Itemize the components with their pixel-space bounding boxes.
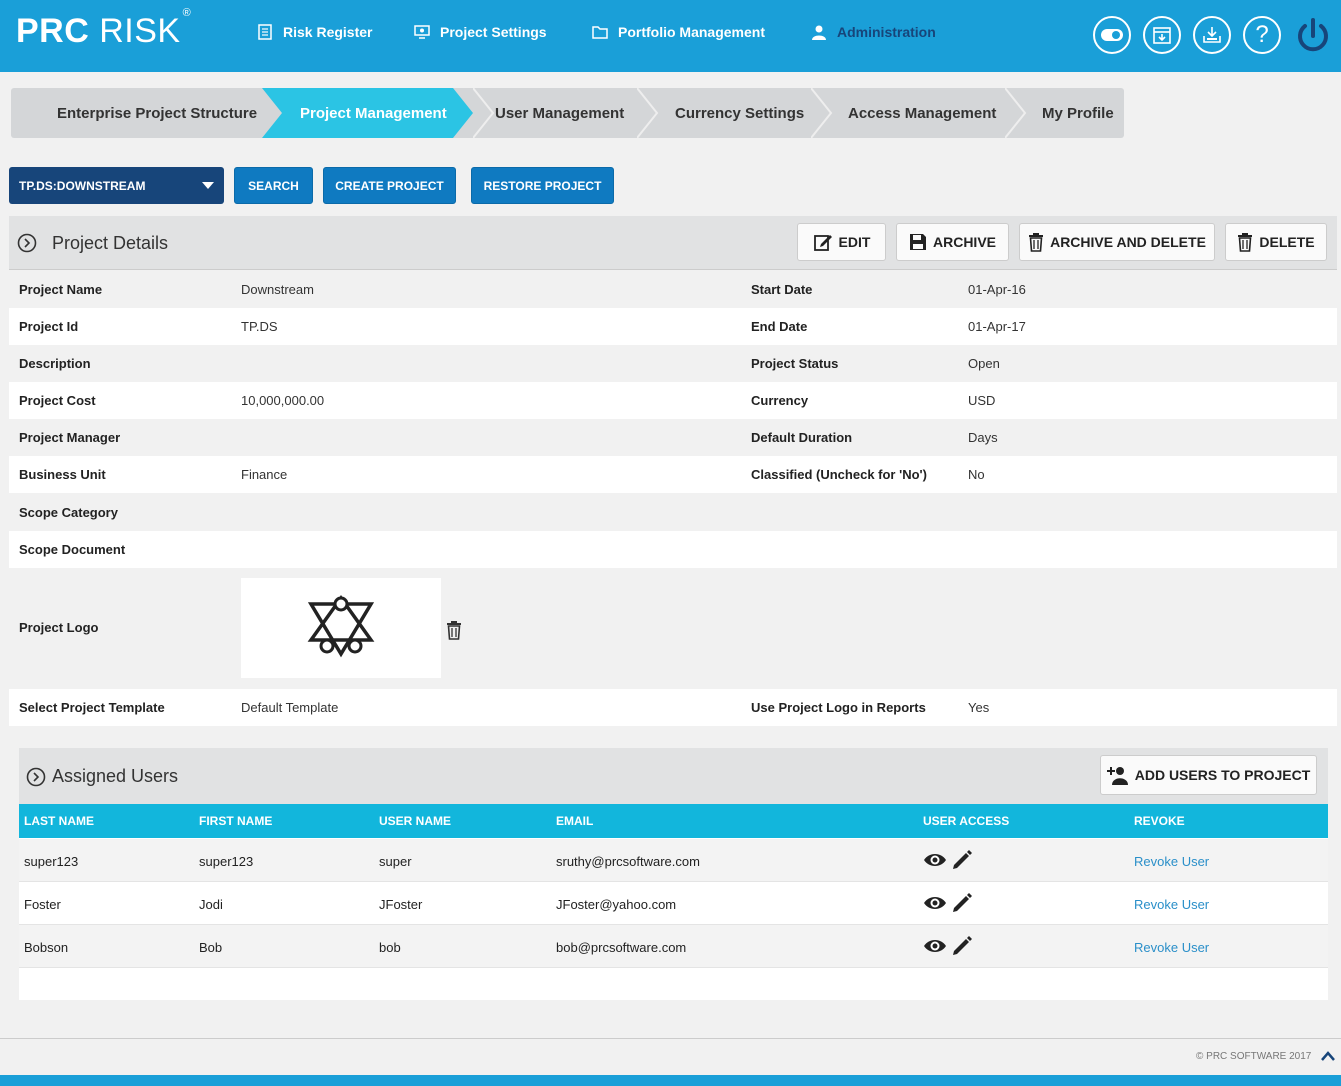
scroll-top-icon[interactable] <box>1321 1051 1335 1061</box>
user-icon <box>812 25 826 40</box>
edit-pencil-icon[interactable] <box>951 892 973 914</box>
save-icon <box>909 234 926 250</box>
tab-project-management[interactable]: Project Management <box>262 88 473 138</box>
revoke-user-link[interactable]: Revoke User <box>1134 940 1209 955</box>
delete-button[interactable]: DELETE <box>1225 223 1327 261</box>
column-user-access[interactable]: USER ACCESS <box>923 814 1009 828</box>
monitor-settings-icon <box>414 25 430 39</box>
revoke-user-link[interactable]: Revoke User <box>1134 854 1209 869</box>
restore-project-button[interactable]: RESTORE PROJECT <box>471 167 614 204</box>
start-date-value: 01-Apr-16 <box>968 282 1026 297</box>
project-template-value: Default Template <box>241 700 339 715</box>
tab-currency-settings[interactable]: Currency Settings <box>675 88 804 138</box>
collapse-chevron-icon[interactable] <box>17 233 37 253</box>
tab-user-management[interactable]: User Management <box>495 88 624 138</box>
currency-value: USD <box>968 393 996 408</box>
breadcrumb-separator <box>811 88 833 138</box>
detail-row: Select Project Template Default Template… <box>9 689 1337 726</box>
admin-breadcrumb: Enterprise Project Structure Project Man… <box>11 88 1124 138</box>
create-project-button[interactable]: CREATE PROJECT <box>323 167 456 204</box>
top-header: PRC RISK ® Risk Register Project Settings… <box>0 0 1341 72</box>
detail-row: Business Unit Finance Classified (Unchec… <box>9 456 1337 493</box>
project-logo-icon <box>307 594 375 658</box>
column-last-name[interactable]: LAST NAME <box>24 814 94 828</box>
detail-row: Project Cost 10,000,000.00 Currency USD <box>9 382 1337 419</box>
user-access-actions <box>923 849 973 871</box>
project-status-value: Open <box>968 356 1000 371</box>
project-select[interactable]: TP.DS:DOWNSTREAM <box>9 167 224 204</box>
project-details-title: Project Details <box>52 233 169 253</box>
project-logo-image <box>241 578 441 678</box>
detail-row: Scope Document <box>9 531 1337 568</box>
archive-button[interactable]: ARCHIVE <box>896 223 1009 261</box>
inbox-download-button[interactable] <box>1193 16 1231 54</box>
user-access-actions <box>923 892 973 914</box>
table-row: Foster Jodi JFoster JFoster@yahoo.com Re… <box>19 882 1328 925</box>
table-row: super123 super123 super sruthy@prcsoftwa… <box>19 839 1328 882</box>
app-logo[interactable]: PRC RISK ® <box>16 7 191 51</box>
search-button[interactable]: SEARCH <box>234 167 313 204</box>
nav-portfolio-management[interactable]: Portfolio Management <box>592 24 765 40</box>
edit-pencil-icon[interactable] <box>951 849 973 871</box>
nav-project-settings[interactable]: Project Settings <box>414 24 547 40</box>
project-name-value: Downstream <box>241 282 314 297</box>
breadcrumb-separator <box>473 88 495 138</box>
edit-button[interactable]: EDIT <box>797 223 886 261</box>
footer-divider <box>0 1038 1341 1039</box>
footer-bar <box>0 1075 1341 1086</box>
trash-icon <box>1029 233 1044 252</box>
document-icon <box>258 24 272 40</box>
inbox-download-icon <box>1203 27 1221 43</box>
edit-icon <box>813 235 832 251</box>
business-unit-value: Finance <box>241 467 288 482</box>
tab-my-profile[interactable]: My Profile <box>1042 88 1114 138</box>
column-revoke[interactable]: REVOKE <box>1134 814 1185 828</box>
detail-row: Project Id TP.DS End Date 01-Apr-17 <box>9 308 1337 345</box>
tab-enterprise-project-structure[interactable]: Enterprise Project Structure <box>57 88 257 138</box>
calendar-download-icon <box>1153 27 1171 44</box>
view-icon[interactable] <box>923 892 947 914</box>
end-date-value: 01-Apr-17 <box>968 319 1026 334</box>
view-icon[interactable] <box>923 849 947 871</box>
nav-administration[interactable]: Administration <box>811 24 936 40</box>
tab-access-management[interactable]: Access Management <box>848 88 996 138</box>
column-user-name[interactable]: USER NAME <box>379 814 451 828</box>
user-access-actions <box>923 935 973 957</box>
collapse-chevron-icon[interactable] <box>26 767 46 787</box>
table-row: Bobson Bob bob bob@prcsoftware.com Revok… <box>19 925 1328 968</box>
column-first-name[interactable]: FIRST NAME <box>199 814 272 828</box>
detail-row-logo: Project Logo <box>19 620 99 635</box>
caret-down-icon <box>202 182 214 189</box>
detail-row: Scope Category <box>19 505 118 520</box>
use-logo-value: Yes <box>968 700 990 715</box>
power-icon[interactable] <box>1294 16 1332 56</box>
calendar-download-button[interactable] <box>1143 16 1181 54</box>
assigned-users-title: Assigned Users <box>52 766 179 786</box>
detail-row: Project Manager Default Duration Days <box>19 430 998 445</box>
view-icon[interactable] <box>923 935 947 957</box>
delete-logo-icon[interactable] <box>446 620 462 640</box>
classified-value: No <box>968 467 985 482</box>
toggle-icon <box>1101 29 1123 41</box>
project-id-value: TP.DS <box>241 319 278 334</box>
folder-icon <box>592 26 608 39</box>
detail-row: Description Project Status Open <box>19 356 1000 371</box>
edit-pencil-icon[interactable] <box>951 935 973 957</box>
default-duration-value: Days <box>968 430 998 445</box>
revoke-user-link[interactable]: Revoke User <box>1134 897 1209 912</box>
breadcrumb-separator <box>1005 88 1027 138</box>
project-cost-value: 10,000,000.00 <box>241 393 325 408</box>
toggle-button[interactable] <box>1093 16 1131 54</box>
nav-risk-register[interactable]: Risk Register <box>257 24 372 40</box>
column-email[interactable]: EMAIL <box>556 814 593 828</box>
copyright-text: © PRC SOFTWARE 2017 <box>1196 1051 1312 1062</box>
breadcrumb-separator <box>637 88 659 138</box>
archive-and-delete-button[interactable]: ARCHIVE AND DELETE <box>1019 223 1215 261</box>
detail-row: Project Name Downstream Start Date 01-Ap… <box>19 282 1026 297</box>
help-icon: ? <box>1255 21 1269 48</box>
trash-icon <box>1238 233 1253 252</box>
add-user-icon <box>1106 767 1128 785</box>
add-users-to-project-button[interactable]: ADD USERS TO PROJECT <box>1100 755 1317 795</box>
help-button[interactable]: ? <box>1243 16 1281 54</box>
